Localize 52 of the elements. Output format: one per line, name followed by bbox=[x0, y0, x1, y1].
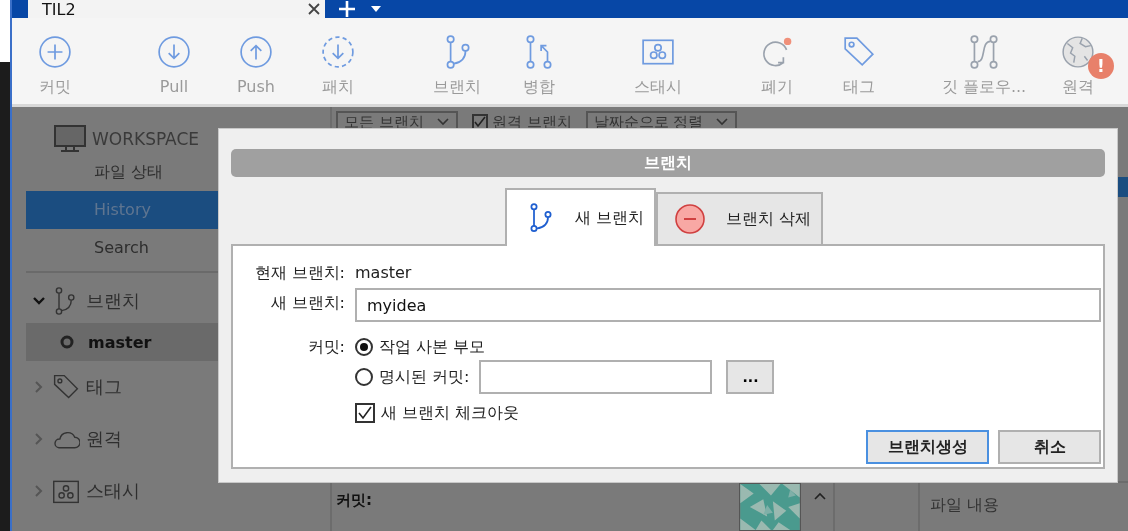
input-field[interactable]: myidea bbox=[355, 288, 1101, 322]
section-title: WORKSPACE bbox=[92, 129, 200, 149]
option-label: 명시된 커밋: bbox=[379, 366, 470, 388]
minus-circle-icon bbox=[674, 203, 706, 235]
dialog-tab[interactable]: 새 브랜치 bbox=[504, 188, 656, 246]
chevron-up-icon bbox=[813, 491, 827, 501]
monitor-icon bbox=[54, 125, 86, 153]
field-label: 새 브랜치: bbox=[269, 292, 345, 314]
dialog-title: 브랜치 bbox=[231, 149, 1105, 177]
toolbar-button[interactable]: 스태시 bbox=[617, 35, 699, 104]
window-tab[interactable]: TIL2 bbox=[28, 0, 325, 18]
sidebar-group[interactable]: 원격 bbox=[26, 413, 330, 465]
create-button[interactable]: 브랜치생성 bbox=[866, 430, 989, 464]
field-label: 커밋: bbox=[336, 491, 373, 511]
browse-button[interactable]: ... bbox=[726, 360, 775, 394]
dashed-download-icon bbox=[321, 35, 355, 69]
upload-icon bbox=[239, 35, 273, 69]
sidebar-group[interactable]: 스태시 bbox=[26, 465, 330, 517]
toolbar-button[interactable]: Push bbox=[215, 35, 297, 104]
sidebar-group[interactable]: 태그 bbox=[26, 361, 330, 413]
caret-icon bbox=[369, 4, 383, 14]
toolbar-button[interactable]: 원격 ! bbox=[1031, 35, 1125, 104]
circle-icon bbox=[60, 335, 74, 349]
download-icon bbox=[157, 35, 191, 69]
field-value: master bbox=[355, 262, 413, 284]
toolbar-button[interactable]: 패치 bbox=[297, 35, 379, 104]
input-field[interactable] bbox=[479, 360, 713, 394]
tag-icon bbox=[842, 35, 876, 69]
refresh-icon bbox=[760, 35, 794, 69]
checkmark-icon bbox=[358, 406, 372, 420]
option-label: 작업 사본 부모 bbox=[379, 336, 486, 358]
globe-icon bbox=[1061, 35, 1095, 69]
toolbar-button[interactable]: 커밋 bbox=[14, 35, 96, 104]
plus-circle-icon bbox=[38, 35, 72, 69]
radio-button[interactable] bbox=[355, 368, 373, 386]
toolbar-button[interactable]: 브랜치 bbox=[416, 35, 498, 104]
column-header: 파일 내용 bbox=[929, 494, 1001, 516]
radio-button[interactable] bbox=[355, 338, 373, 356]
git-flow-icon bbox=[967, 35, 1001, 69]
toolbar-button[interactable]: 태그 bbox=[818, 35, 900, 104]
toolbar-button[interactable]: 병합 bbox=[498, 35, 580, 104]
checkbox[interactable] bbox=[355, 403, 375, 423]
dialog-tab[interactable]: 브랜치 삭제 bbox=[656, 192, 824, 244]
close-icon bbox=[307, 2, 321, 16]
warning-badge: ! bbox=[1088, 53, 1114, 79]
cancel-button[interactable]: 취소 bbox=[998, 430, 1101, 464]
toolbar-button[interactable]: Pull bbox=[133, 35, 215, 104]
toolbar-button[interactable]: 깃 플로우... bbox=[937, 35, 1031, 104]
toolbar-button[interactable]: 폐기 bbox=[736, 35, 818, 104]
checkbox-label: 새 브랜치 체크아웃 bbox=[381, 402, 520, 424]
checkmark-icon bbox=[473, 116, 486, 128]
field-label: 현재 브랜치: bbox=[253, 262, 345, 284]
